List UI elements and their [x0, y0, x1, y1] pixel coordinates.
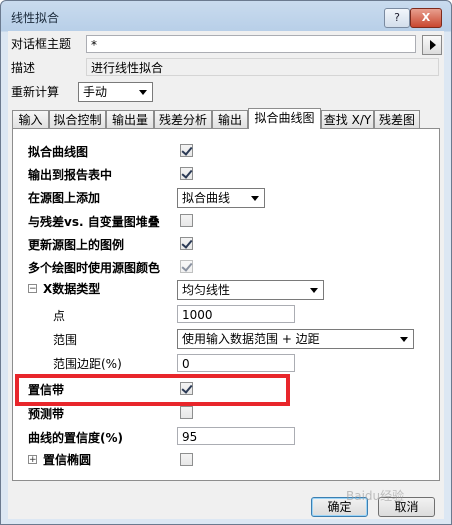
recalc-label: 重新计算	[11, 85, 60, 99]
tab-output-quantities[interactable]: 输出量	[106, 110, 154, 128]
plot-fit-curve-checkbox[interactable]	[180, 144, 193, 157]
chevron-down-icon	[251, 196, 259, 201]
description-field[interactable]: 进行线性拟合	[86, 58, 439, 76]
output-to-report-checkbox[interactable]	[180, 167, 193, 180]
dialog-window: 线性拟合 ? X 对话框主题 * 描述 进行线性拟合 重新计算 手动 输入 拟合…	[0, 0, 452, 525]
confidence-ellipse-label: 置信椭圆	[43, 453, 92, 467]
multi-plot-color-checkbox[interactable]	[180, 260, 193, 273]
x-data-type-value: 均匀线性	[182, 283, 231, 297]
confidence-level-label: 曲线的置信度(%)	[28, 431, 123, 445]
add-on-source-select[interactable]: 拟合曲线	[177, 188, 265, 208]
x-data-type-label: X数据类型	[43, 282, 101, 296]
add-on-source-label: 在源图上添加	[28, 191, 101, 205]
tab-find-xy[interactable]: 查找 X/Y	[321, 110, 374, 128]
range-margin-label: 范围边距(%)	[53, 357, 122, 371]
chevron-down-icon	[139, 90, 147, 95]
prediction-band-checkbox[interactable]	[180, 406, 193, 419]
tab-fit-control[interactable]: 拟合控制	[49, 110, 106, 128]
output-to-report-label: 输出到报告表中	[28, 168, 113, 182]
tab-output[interactable]: 输出	[212, 110, 248, 128]
window-title: 线性拟合	[11, 11, 60, 25]
recalc-select[interactable]: 手动	[78, 82, 153, 102]
update-legend-checkbox[interactable]	[180, 237, 193, 250]
x-data-type-select[interactable]: 均匀线性	[177, 280, 324, 300]
range-value: 使用输入数据范围 + 边距	[182, 332, 320, 346]
theme-label: 对话框主题	[11, 37, 72, 51]
plot-fit-curve-label: 拟合曲线图	[28, 145, 89, 159]
theme-field[interactable]: *	[86, 35, 416, 53]
close-button[interactable]: X	[410, 8, 442, 28]
update-legend-label: 更新源图上的图例	[28, 238, 125, 252]
fit-curve-panel: 拟合曲线图 输出到报告表中 在源图上添加 拟合曲线 与残差vs. 自变量图堆叠 …	[12, 128, 440, 481]
tab-input[interactable]: 输入	[12, 110, 49, 128]
recalc-value: 手动	[83, 85, 108, 99]
range-margin-field[interactable]: 0	[177, 354, 295, 372]
tab-residual-plots[interactable]: 残差图	[374, 110, 420, 128]
tab-residual-analysis[interactable]: 残差分析	[154, 110, 212, 128]
help-button[interactable]: ?	[384, 8, 410, 28]
points-field[interactable]: 1000	[177, 305, 295, 323]
title-bar[interactable]: 线性拟合 ? X	[1, 1, 451, 31]
dialog-client: 对话框主题 * 描述 进行线性拟合 重新计算 手动 输入 拟合控制 输出量 残差…	[8, 31, 444, 519]
add-on-source-value: 拟合曲线	[182, 191, 231, 205]
range-select[interactable]: 使用输入数据范围 + 边距	[177, 329, 414, 349]
watermark-logo: Baidu经验	[346, 489, 405, 503]
range-label: 范围	[53, 333, 78, 347]
theme-menu-button[interactable]	[422, 35, 442, 55]
confidence-level-field[interactable]: 95	[177, 427, 295, 445]
residual-stack-checkbox[interactable]	[180, 214, 193, 227]
highlight-box	[15, 374, 290, 406]
points-label: 点	[53, 309, 66, 323]
expand-icon[interactable]: +	[28, 455, 37, 465]
play-arrow-icon	[430, 40, 436, 50]
tab-fit-curve-plot[interactable]: 拟合曲线图	[248, 108, 321, 129]
confidence-ellipse-checkbox[interactable]	[180, 453, 193, 466]
multi-plot-color-label: 多个绘图时使用源图颜色	[28, 261, 161, 275]
prediction-band-label: 预测带	[28, 407, 65, 421]
collapse-icon[interactable]: −	[28, 284, 37, 294]
chevron-down-icon	[310, 288, 318, 293]
chevron-down-icon	[400, 337, 408, 342]
residual-stack-label: 与残差vs. 自变量图堆叠	[28, 215, 160, 229]
description-label: 描述	[11, 61, 36, 75]
